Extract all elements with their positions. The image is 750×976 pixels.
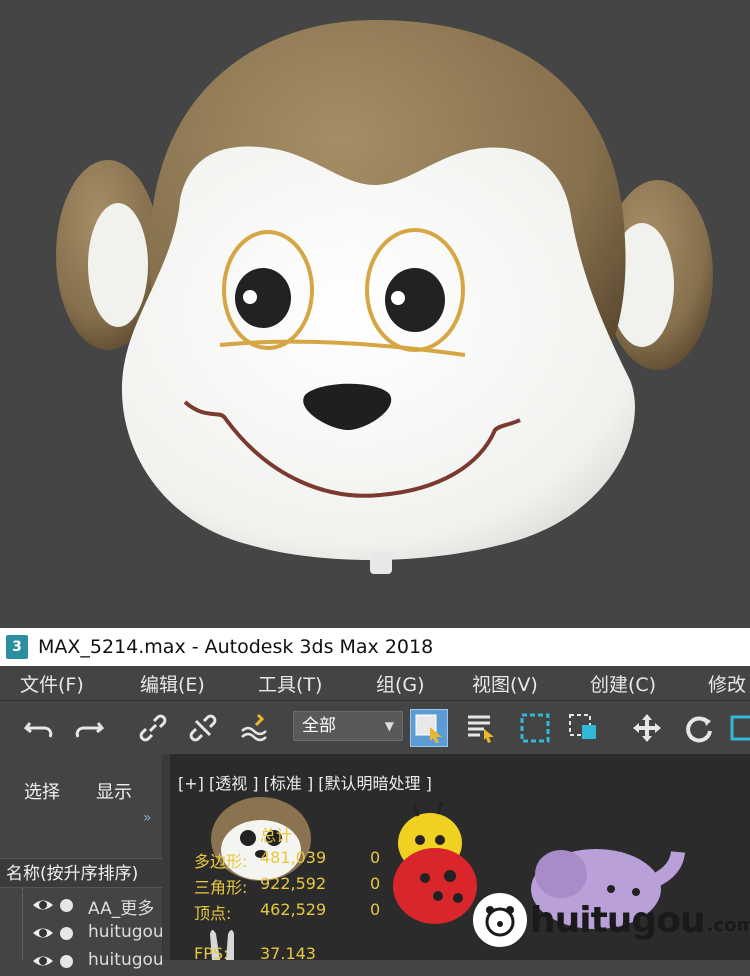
chevron-down-icon: ▼ <box>384 719 394 733</box>
window-title: MAX_5214.max - Autodesk 3ds Max 2018 <box>38 636 434 658</box>
undo-icon <box>23 722 53 738</box>
bear-logo-icon <box>470 890 530 950</box>
hero-render <box>0 0 750 628</box>
list-item[interactable]: AA_更多 <box>0 892 162 920</box>
bind-spacewarp-button[interactable] <box>236 709 274 747</box>
scene-object-name: AA_更多 <box>88 899 155 919</box>
scene-object-name: huitugou <box>88 950 162 970</box>
stats-tris-label: 三角形: <box>194 878 248 897</box>
stats-polys-label: 多边形: <box>194 852 248 871</box>
window-crossing-button[interactable] <box>564 709 602 747</box>
scene-explorer: 选择 显示 » 名称(按升序排序) AA_更多 huitugou huitugo… <box>0 754 162 970</box>
column-header-name[interactable]: 名称(按升序排序) <box>0 858 162 888</box>
title-bar: 3 MAX_5214.max - Autodesk 3ds Max 2018 <box>0 628 750 666</box>
link-icon <box>139 714 167 742</box>
menu-modifiers[interactable]: 修改 <box>708 670 746 697</box>
select-object-button[interactable] <box>410 709 448 747</box>
undo-button[interactable] <box>20 709 58 747</box>
menu-edit[interactable]: 编辑(E) <box>140 670 205 697</box>
stats-total-label: 总计 <box>260 826 293 845</box>
selection-filter-value: 全部 <box>302 716 336 736</box>
menu-bar: 文件(F) 编辑(E) 工具(T) 组(G) 视图(V) 创建(C) 修改 <box>0 666 750 700</box>
freeze-toggle-icon[interactable] <box>60 955 73 968</box>
eye-icon[interactable] <box>32 952 54 975</box>
monkey-balloon-icon <box>56 20 713 574</box>
main-toolbar: 全部 ▼ <box>0 700 750 755</box>
app-logo-icon: 3 <box>6 635 28 659</box>
expand-icon[interactable]: » <box>143 810 152 826</box>
panel-divider[interactable] <box>162 754 170 960</box>
stats-polys-value: 481,039 <box>260 848 327 867</box>
select-object-icon <box>415 714 442 743</box>
freeze-toggle-icon[interactable] <box>60 927 73 940</box>
menu-tools[interactable]: 工具(T) <box>258 670 322 697</box>
menu-group[interactable]: 组(G) <box>376 670 425 697</box>
tab-select[interactable]: 选择 <box>24 778 60 804</box>
stats-tris-selected: 0 <box>370 874 381 893</box>
viewport-label[interactable]: [+] [透视 ] [标准 ] [默认明暗处理 ] <box>178 770 432 794</box>
watermark: huitugou .com <box>470 890 750 950</box>
scene-object-name: huitugou <box>88 922 162 942</box>
stats-verts-value: 462,529 <box>260 900 327 919</box>
stats-verts-selected: 0 <box>370 900 381 919</box>
stats-fps-label: FPS: <box>194 944 229 960</box>
unlink-button[interactable] <box>184 709 222 747</box>
window-crossing-icon <box>569 714 596 739</box>
stats-polys-selected: 0 <box>370 848 381 867</box>
selection-filter-dropdown[interactable]: 全部 ▼ <box>293 711 403 741</box>
list-item[interactable]: huitugou <box>0 920 162 948</box>
select-by-name-button[interactable] <box>462 709 500 747</box>
menu-file[interactable]: 文件(F) <box>20 670 84 697</box>
stats-tris-value: 922,592 <box>260 874 327 893</box>
3dsmax-window: 3 MAX_5214.max - Autodesk 3ds Max 2018 文… <box>0 628 750 970</box>
eye-icon[interactable] <box>32 896 54 919</box>
rect-region-icon <box>520 713 550 743</box>
list-icon <box>468 715 494 743</box>
tab-display[interactable]: 显示 <box>96 778 132 804</box>
freeze-toggle-icon[interactable] <box>60 899 73 912</box>
menu-views[interactable]: 视图(V) <box>472 670 538 697</box>
region-select-button[interactable] <box>516 709 554 747</box>
stats-fps-value: 37.143 <box>260 944 316 960</box>
scale-icon <box>730 715 750 741</box>
rotate-icon <box>686 716 712 743</box>
menu-create[interactable]: 创建(C) <box>590 670 656 697</box>
eye-icon[interactable] <box>32 924 54 947</box>
move-icon <box>633 714 661 742</box>
list-item[interactable]: huitugou <box>0 948 162 976</box>
scale-button[interactable] <box>724 709 750 747</box>
rotate-button[interactable] <box>680 709 718 747</box>
link-button[interactable] <box>134 709 172 747</box>
unlink-icon <box>189 714 217 742</box>
move-button[interactable] <box>628 709 666 747</box>
spacewarp-icon <box>241 713 267 742</box>
watermark-suffix: .com <box>706 914 750 936</box>
watermark-text: huitugou <box>530 899 706 941</box>
stats-verts-label: 顶点: <box>194 904 232 923</box>
redo-icon <box>75 722 105 738</box>
redo-button[interactable] <box>70 709 108 747</box>
